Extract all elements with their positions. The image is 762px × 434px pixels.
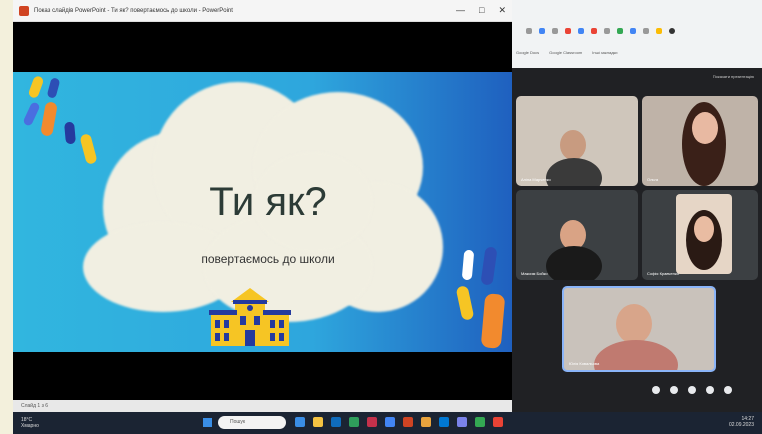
extension-icons bbox=[526, 28, 675, 34]
school-icon bbox=[209, 288, 291, 346]
lock-icon[interactable] bbox=[724, 386, 732, 394]
bookmark-item[interactable]: Google Docs bbox=[516, 50, 539, 55]
present-button[interactable]: Показати презентацію bbox=[713, 74, 754, 79]
weather-widget[interactable]: 18°C Хмарно bbox=[21, 417, 39, 429]
app-icon[interactable] bbox=[295, 417, 305, 427]
app-icon[interactable] bbox=[385, 417, 395, 427]
app-icon[interactable] bbox=[457, 417, 467, 427]
activities-icon[interactable] bbox=[706, 386, 714, 394]
decor-stroke bbox=[40, 101, 58, 137]
participant-face bbox=[692, 112, 718, 144]
participant-name: Максим Бойко bbox=[521, 271, 548, 276]
browser-toolbar: Google Docs Google Classroom Інші заклад… bbox=[512, 0, 762, 68]
extension-icon[interactable] bbox=[565, 28, 571, 34]
participant-name: Ольга bbox=[647, 177, 659, 182]
app-icon[interactable] bbox=[349, 417, 359, 427]
extension-icon[interactable] bbox=[539, 28, 545, 34]
extension-icon[interactable] bbox=[604, 28, 610, 34]
slide-counter: Слайд 1 з 6 bbox=[21, 403, 49, 409]
app-icon[interactable] bbox=[439, 417, 449, 427]
decor-stroke bbox=[46, 77, 61, 99]
start-button[interactable] bbox=[203, 418, 212, 427]
decor-stroke bbox=[22, 101, 41, 127]
participant-tile[interactable]: Софія Кравченко bbox=[642, 190, 758, 280]
powerpoint-status-bar: Слайд 1 з 6 bbox=[13, 400, 512, 412]
weather-desc: Хмарно bbox=[21, 423, 39, 429]
extension-icon[interactable] bbox=[591, 28, 597, 34]
extension-icon[interactable] bbox=[630, 28, 636, 34]
participant-face bbox=[560, 130, 586, 160]
active-speaker-tile[interactable]: Юлія Ковальова bbox=[562, 286, 716, 372]
taskbar-search[interactable]: Пошук bbox=[218, 416, 286, 429]
bookmark-item[interactable]: Інші закладки bbox=[592, 50, 617, 55]
app-icon[interactable] bbox=[331, 417, 341, 427]
powerpoint-window: Показ слайдів PowerPoint - Ти як? поверт… bbox=[13, 0, 512, 412]
participant-face bbox=[694, 216, 714, 242]
participant-tile[interactable]: Ольга bbox=[642, 96, 758, 186]
participant-body bbox=[546, 246, 602, 280]
extension-icon[interactable] bbox=[617, 28, 623, 34]
slide-title: Ти як? bbox=[209, 180, 327, 224]
powerpoint-titlebar[interactable]: Показ слайдів PowerPoint - Ти як? поверт… bbox=[13, 0, 512, 22]
app-icon[interactable] bbox=[421, 417, 431, 427]
chat-icon[interactable] bbox=[688, 386, 696, 394]
system-clock[interactable]: 14:27 02.09.2023 bbox=[729, 416, 754, 428]
close-button[interactable]: ✕ bbox=[498, 5, 506, 16]
app-icon[interactable] bbox=[367, 417, 377, 427]
decor-stroke bbox=[461, 249, 475, 281]
profile-avatar[interactable] bbox=[669, 28, 675, 34]
meet-browser-window: Google Docs Google Classroom Інші заклад… bbox=[512, 0, 762, 412]
window-title: Показ слайдів PowerPoint - Ти як? поверт… bbox=[34, 7, 233, 14]
participant-body bbox=[594, 340, 678, 370]
participant-body bbox=[546, 158, 602, 186]
decor-stroke bbox=[64, 121, 76, 145]
bookmarks-bar: Google Docs Google Classroom Інші заклад… bbox=[512, 46, 762, 58]
app-icon[interactable] bbox=[475, 417, 485, 427]
participant-tile[interactable]: Аліна Марченко bbox=[516, 96, 638, 186]
decor-stroke bbox=[480, 293, 506, 349]
decor-stroke bbox=[79, 133, 98, 165]
decor-stroke bbox=[27, 74, 45, 100]
clock-date: 02.09.2023 bbox=[728, 422, 754, 428]
info-icon[interactable] bbox=[652, 386, 660, 394]
app-icon[interactable] bbox=[403, 417, 413, 427]
participant-face bbox=[616, 304, 652, 344]
participant-tile[interactable]: Максим Бойко bbox=[516, 190, 638, 280]
extension-icon[interactable] bbox=[578, 28, 584, 34]
people-icon[interactable] bbox=[670, 386, 678, 394]
meeting-controls bbox=[652, 386, 732, 394]
participant-name: Аліна Марченко bbox=[521, 177, 551, 182]
decor-stroke bbox=[480, 246, 498, 286]
slide-subtitle: повертаємось до школи bbox=[201, 252, 335, 266]
extension-icon[interactable] bbox=[643, 28, 649, 34]
app-icon[interactable] bbox=[313, 417, 323, 427]
powerpoint-icon bbox=[19, 5, 29, 16]
bookmark-item[interactable]: Google Classroom bbox=[549, 50, 582, 55]
desktop: Показ слайдів PowerPoint - Ти як? поверт… bbox=[0, 0, 762, 434]
taskbar-apps bbox=[295, 417, 503, 427]
extension-icon[interactable] bbox=[552, 28, 558, 34]
extension-icon[interactable] bbox=[656, 28, 662, 34]
app-icon[interactable] bbox=[493, 417, 503, 427]
presentation-slide[interactable]: Ти як? повертаємось до школи bbox=[13, 72, 512, 352]
minimize-button[interactable]: — bbox=[456, 5, 465, 16]
participant-name: Софія Кравченко bbox=[647, 271, 679, 276]
participant-name: Юлія Ковальова bbox=[569, 361, 600, 366]
maximize-button[interactable]: □ bbox=[479, 5, 484, 16]
decor-stroke bbox=[455, 285, 475, 321]
extension-icon[interactable] bbox=[526, 28, 532, 34]
taskbar: 18°C Хмарно Пошук 14:27 02.09.2023 bbox=[13, 412, 762, 434]
